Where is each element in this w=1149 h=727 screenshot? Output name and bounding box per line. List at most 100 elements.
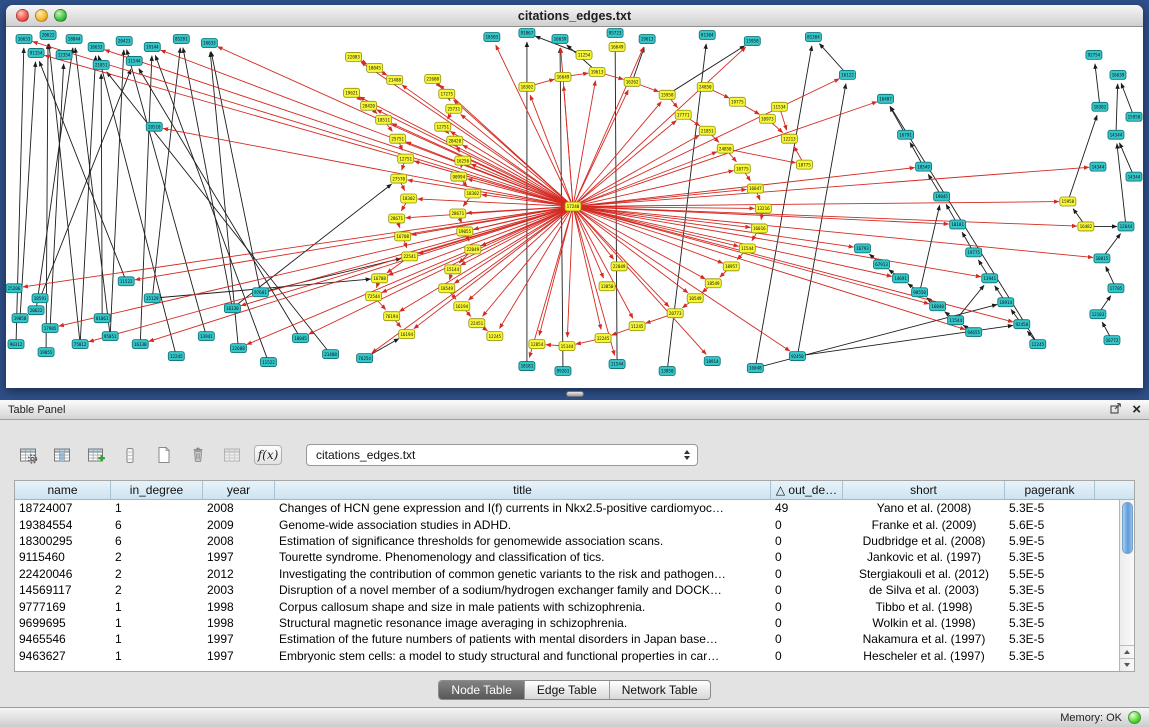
graph-edge[interactable]: [573, 102, 661, 207]
new-table-button[interactable]: [152, 443, 176, 467]
graph-edge[interactable]: [573, 207, 604, 279]
graph-node[interactable]: 15958: [1126, 112, 1142, 121]
graph-node[interactable]: 72544: [366, 292, 382, 301]
graph-edge[interactable]: [46, 44, 48, 352]
graph-node[interactable]: 18045: [293, 334, 309, 343]
graph-node[interactable]: 19621: [344, 88, 360, 97]
delete-table-button[interactable]: [186, 443, 210, 467]
graph-node[interactable]: 24850: [717, 144, 733, 153]
graph-edge[interactable]: [573, 207, 929, 304]
graph-node[interactable]: 20773: [667, 309, 683, 318]
graph-node[interactable]: 16194: [454, 302, 470, 311]
graph-node[interactable]: 24850: [697, 82, 713, 91]
table-row[interactable]: 946362711997Embryonic stem cells: a mode…: [15, 648, 1119, 664]
graph-node[interactable]: 20423: [116, 36, 132, 45]
graph-node[interactable]: 98550: [912, 288, 928, 297]
graph-node[interactable]: 18181: [519, 362, 535, 371]
graph-edge[interactable]: [75, 48, 110, 336]
graph-node[interactable]: 16194: [399, 330, 415, 339]
graph-node[interactable]: 97681: [252, 288, 268, 297]
graph-node[interactable]: 18181: [950, 220, 966, 229]
table-source-dropdown[interactable]: citations_edges.txt: [306, 444, 698, 466]
graph-node[interactable]: 27570: [391, 174, 407, 183]
column-header-name[interactable]: name: [15, 481, 111, 499]
graph-edge[interactable]: [573, 207, 854, 248]
network-graph[interactable]: 1724022083180452148819621204201851125751…: [6, 27, 1143, 388]
graph-node[interactable]: 16708: [395, 232, 411, 241]
graph-node[interactable]: 15144: [445, 265, 461, 274]
graph-node[interactable]: 13850: [599, 282, 615, 291]
graph-node[interactable]: 19613: [639, 34, 655, 43]
graph-node[interactable]: 17240: [565, 202, 581, 211]
graph-node[interactable]: 18302: [1092, 102, 1108, 111]
graph-node[interactable]: 18302: [401, 194, 417, 203]
graph-node[interactable]: 12354: [56, 50, 72, 59]
graph-node[interactable]: 16016: [751, 224, 767, 233]
panel-divider-grip[interactable]: [566, 391, 584, 397]
graph-node[interactable]: 91867: [519, 28, 535, 37]
graph-node[interactable]: 90994: [451, 172, 467, 181]
graph-edge[interactable]: [36, 48, 73, 310]
graph-edge[interactable]: [1095, 64, 1100, 107]
graph-node[interactable]: 18914: [998, 298, 1014, 307]
graph-node[interactable]: 76254: [357, 354, 373, 363]
tab-node-table[interactable]: Node Table: [439, 681, 525, 699]
graph-node[interactable]: 19055: [38, 348, 54, 357]
graph-node[interactable]: 17275: [439, 89, 455, 98]
table-mode-button[interactable]: [16, 443, 40, 467]
graph-node[interactable]: 12751: [398, 154, 414, 163]
graph-node[interactable]: 95051: [102, 332, 118, 341]
graph-node[interactable]: 22049: [465, 245, 481, 254]
graph-node[interactable]: 76194: [384, 312, 400, 321]
graph-node[interactable]: 11544: [948, 316, 964, 325]
graph-node[interactable]: 16633: [201, 38, 217, 47]
graph-node[interactable]: 13941: [982, 274, 998, 283]
graph-node[interactable]: 19144: [144, 42, 160, 51]
table-row[interactable]: 911546021997Tourette syndrome. Phenomeno…: [15, 549, 1119, 565]
graph-node[interactable]: 11534: [771, 102, 787, 111]
graph-edge[interactable]: [33, 42, 573, 207]
graph-node[interactable]: 16639: [552, 34, 568, 43]
table-row[interactable]: 1456911722003Disruption of a novel membe…: [15, 582, 1119, 598]
table-row[interactable]: 977716911998Corpus callosum shape and si…: [15, 598, 1119, 614]
graph-node[interactable]: 28671: [450, 209, 466, 218]
graph-node[interactable]: 12854: [529, 340, 545, 349]
graph-node[interactable]: 11245: [629, 322, 645, 331]
graph-node[interactable]: 11522: [118, 277, 134, 286]
graph-node[interactable]: 22608: [425, 74, 441, 83]
graph-edge[interactable]: [1121, 83, 1134, 116]
graph-node[interactable]: 12245: [1030, 340, 1046, 349]
graph-node[interactable]: 11544: [739, 244, 755, 253]
graph-node[interactable]: 15958: [1060, 197, 1076, 206]
graph-node[interactable]: 16639: [1110, 70, 1126, 79]
graph-node[interactable]: 21488: [323, 350, 339, 359]
graph-node[interactable]: 90312: [8, 340, 24, 349]
graph-node[interactable]: 16772: [1104, 336, 1120, 345]
scroll-up-button[interactable]: [1120, 645, 1134, 658]
graph-node[interactable]: 13850: [659, 367, 675, 376]
graph-node[interactable]: 18045: [367, 63, 383, 72]
graph-node[interactable]: 22451: [469, 319, 485, 328]
graph-node[interactable]: 13941: [198, 332, 214, 341]
graph-node[interactable]: 18302: [465, 189, 481, 198]
scroll-down-button[interactable]: [1120, 658, 1134, 671]
graph-node[interactable]: 16487: [878, 94, 894, 103]
graph-node[interactable]: 75812: [72, 340, 88, 349]
graph-node[interactable]: 18511: [376, 115, 392, 124]
graph-node[interactable]: 21851: [699, 126, 715, 135]
window-titlebar[interactable]: citations_edges.txt: [6, 5, 1143, 27]
graph-node[interactable]: 11544: [126, 56, 142, 65]
graph-node[interactable]: 19050: [12, 314, 28, 323]
graph-node[interactable]: 17705: [1108, 284, 1124, 293]
graph-node[interactable]: 12644: [1118, 222, 1134, 231]
graph-node[interactable]: 25751: [390, 134, 406, 143]
graph-edge[interactable]: [16, 48, 24, 344]
graph-edge[interactable]: [573, 167, 1089, 206]
graph-edge[interactable]: [1120, 143, 1134, 177]
graph-edge[interactable]: [98, 56, 176, 356]
graph-edge[interactable]: [573, 47, 643, 206]
tab-network-table[interactable]: Network Table: [610, 681, 710, 699]
graph-node[interactable]: 18549: [439, 284, 455, 293]
graph-node[interactable]: 16047: [747, 184, 763, 193]
graph-node[interactable]: 16791: [898, 130, 914, 139]
